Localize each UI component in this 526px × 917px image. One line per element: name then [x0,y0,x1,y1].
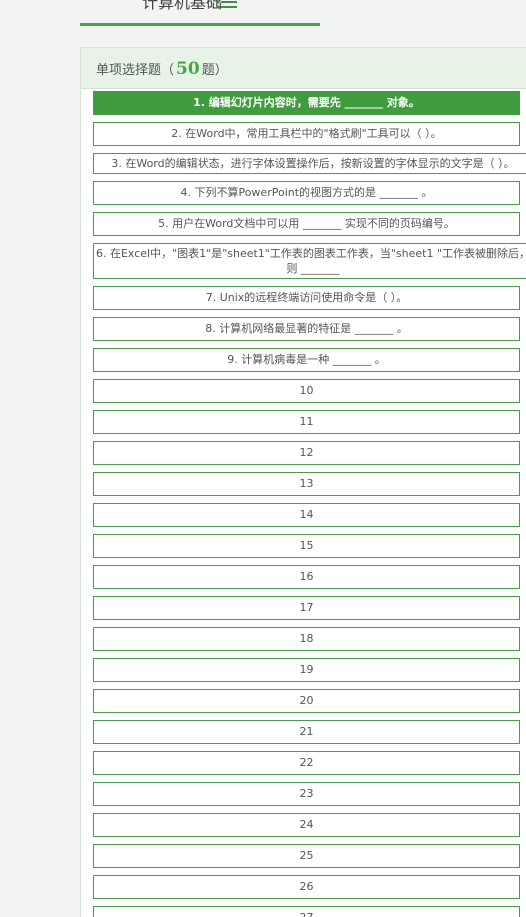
question-item[interactable]: 25 [93,844,520,868]
question-item[interactable]: 3. 在Word的编辑状态，进行字体设置操作后，按新设置的字体显示的文字是（ ）… [93,153,526,174]
question-item[interactable]: 5. 用户在Word文档中可以用 _______ 实现不同的页码编号。 [93,212,520,236]
question-item[interactable]: 7. Unix的远程终端访问使用命令是（ ）。 [93,286,520,310]
question-item[interactable]: 24 [93,813,520,837]
section-label-prefix: 单项选择题（ [96,63,175,78]
question-item[interactable]: 21 [93,720,520,744]
course-title-tab[interactable]: 计算机基础 [80,0,320,26]
question-item[interactable]: 4. 下列不算PowerPoint的视图方式的是 _______ 。 [93,181,520,205]
question-item[interactable]: 15 [93,534,520,558]
question-item[interactable]: 23 [93,782,520,806]
question-item[interactable]: 11 [93,410,520,434]
question-item[interactable]: 12 [93,441,520,465]
question-item[interactable]: 1. 编辑幻灯片内容时，需要先 _______ 对象。 [93,91,520,115]
question-item[interactable]: 2. 在Word中，常用工具栏中的"格式刷"工具可以（ ）。 [93,122,520,146]
section-label-suffix: 题） [201,63,228,78]
page: 计算机基础 单项选择题（ 50 题） 1. 编辑幻灯片内容时，需要先 _______… [0,0,526,917]
question-item[interactable]: 22 [93,751,520,775]
course-title: 计算机基础 [142,0,223,12]
question-item[interactable]: 18 [93,627,520,651]
question-list: 1. 编辑幻灯片内容时，需要先 _______ 对象。 2. 在Word中，常用工… [93,91,526,917]
question-item[interactable]: 13 [93,472,520,496]
question-item[interactable]: 6. 在Excel中，"图表1"是"sheet1"工作表的图表工作表，当"she… [93,243,526,279]
question-item[interactable]: 8. 计算机网络最显著的特征是 _______ 。 [93,317,520,341]
list-icon[interactable] [216,0,238,10]
question-item[interactable]: 19 [93,658,520,682]
question-item[interactable]: 9. 计算机病毒是一种 _______ 。 [93,348,520,372]
section-label: 单项选择题（ 50 题） [96,60,228,80]
question-item[interactable]: 10 [93,379,520,403]
question-item[interactable]: 26 [93,875,520,899]
question-item[interactable]: 16 [93,565,520,589]
question-item[interactable]: 17 [93,596,520,620]
question-item[interactable]: 20 [93,689,520,713]
question-count: 50 [176,59,200,79]
question-item[interactable]: 14 [93,503,520,527]
question-item[interactable]: 27 [93,906,520,917]
section-header: 单项选择题（ 50 题） [81,48,526,89]
